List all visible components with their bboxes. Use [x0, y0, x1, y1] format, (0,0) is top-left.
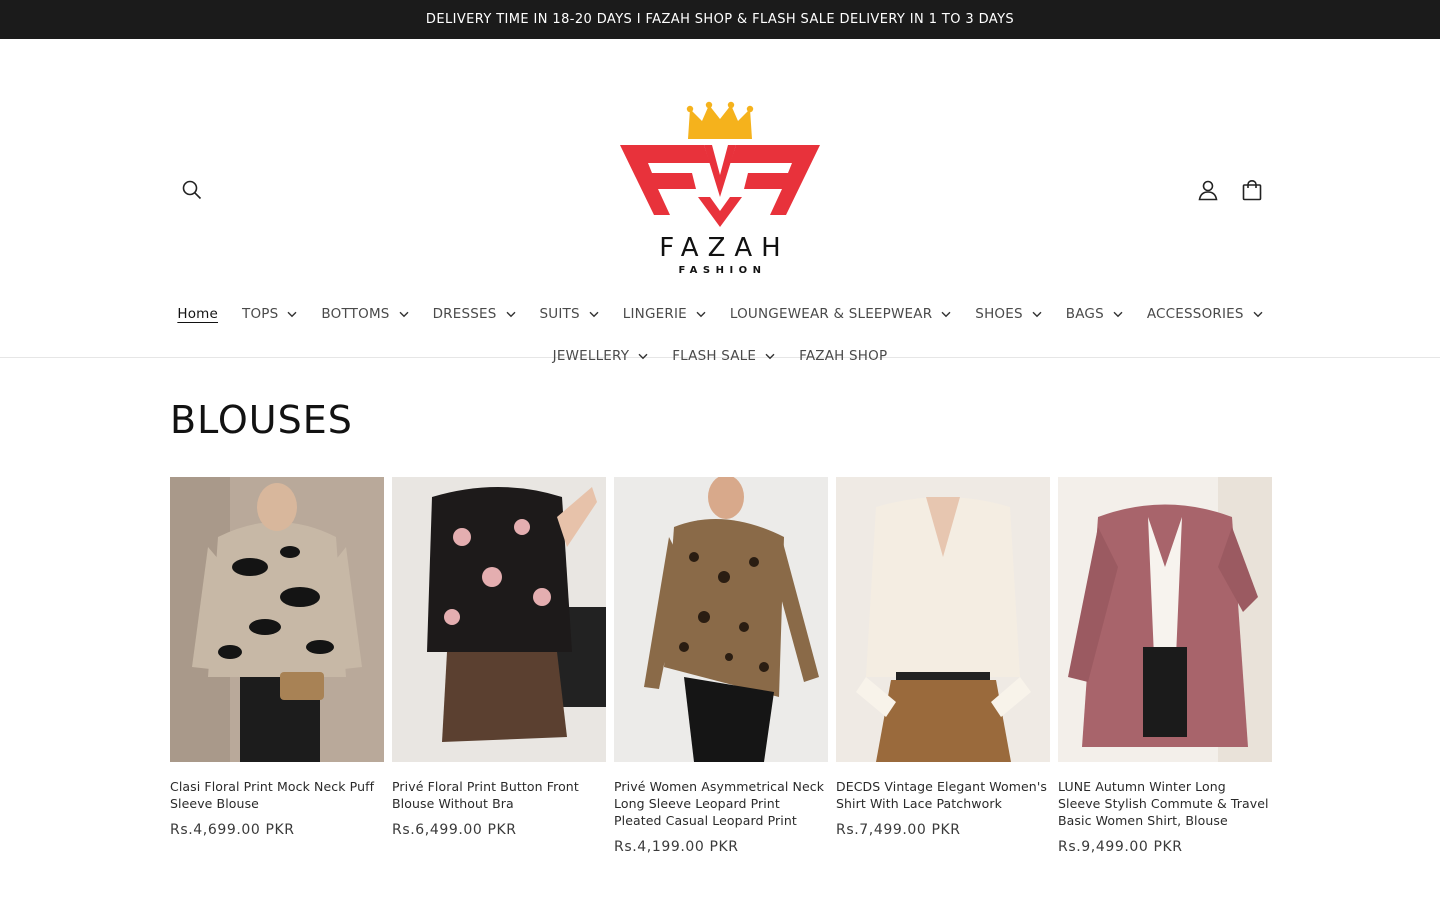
chevron-down-icon — [1253, 311, 1263, 318]
nav-item-label: FAZAH SHOP — [799, 348, 888, 364]
logo-emblem — [620, 101, 820, 227]
product-price: Rs.4,699.00 PKR — [170, 822, 295, 838]
nav-item-loungewear-and-sleepwear[interactable]: LOUNGEWEAR & SLEEPWEAR — [718, 302, 963, 326]
nav-item-flash-sale[interactable]: FLASH SALE — [660, 344, 787, 368]
announcement-text: DELIVERY TIME IN 18-20 DAYS I FAZAH SHOP… — [425, 12, 1015, 27]
nav-item-accessories[interactable]: ACCESSORIES — [1135, 302, 1275, 326]
product-image[interactable] — [170, 477, 384, 762]
product-card[interactable]: DECDS Vintage Elegant Women's Shirt With… — [836, 477, 1050, 855]
nav-item-label: ACCESSORIES — [1146, 306, 1244, 322]
product-image[interactable] — [1058, 477, 1272, 762]
product-image[interactable] — [836, 477, 1050, 762]
nav-item-label: TOPS — [242, 306, 279, 322]
product-card[interactable]: Privé Women Asymmetrical Neck Long Sleev… — [614, 477, 828, 855]
nav-item-label: LINGERIE — [622, 306, 687, 322]
main-nav-row-2: JEWELLERY FLASH SALE FAZAH SHOP — [0, 344, 1440, 368]
nav-item-bottoms[interactable]: BOTTOMS — [309, 302, 420, 326]
chevron-down-icon — [765, 353, 775, 360]
shopping-bag-icon[interactable] — [1237, 175, 1267, 205]
chevron-down-icon — [399, 311, 409, 318]
product-image[interactable] — [392, 477, 606, 762]
nav-item-label: SHOES — [975, 306, 1023, 322]
nav-item-label: SUITS — [539, 306, 580, 322]
chevron-down-icon — [696, 311, 706, 318]
site-header: FAZAH FASHION Home TOPS BOTTOMS DRESSES SUIT… — [0, 39, 1440, 364]
product-price: Rs.7,499.00 PKR — [836, 822, 961, 838]
nav-item-label: DRESSES — [432, 306, 497, 322]
fazah-fashion-logo[interactable]: FAZAH FASHION — [618, 101, 822, 279]
product-title[interactable]: DECDS Vintage Elegant Women's Shirt With… — [836, 778, 1050, 812]
nav-item-suits[interactable]: SUITS — [528, 302, 611, 326]
product-title[interactable]: LUNE Autumn Winter Long Sleeve Stylish C… — [1058, 778, 1272, 829]
logo-wordmark: FAZAH — [659, 233, 790, 263]
product-card[interactable]: LUNE Autumn Winter Long Sleeve Stylish C… — [1058, 477, 1272, 855]
nav-item-lingerie[interactable]: LINGERIE — [611, 302, 718, 326]
nav-item-label: Home — [177, 306, 219, 322]
nav-item-dresses[interactable]: DRESSES — [421, 302, 528, 326]
main-nav-row-1: Home TOPS BOTTOMS DRESSES SUITS LINGERIE LOUNG… — [0, 302, 1440, 326]
announcement-bar: DELIVERY TIME IN 18-20 DAYS I FAZAH SHOP… — [0, 0, 1440, 39]
nav-item-label: BAGS — [1065, 306, 1104, 322]
product-card[interactable]: Privé Floral Print Button Front Blouse W… — [392, 477, 606, 855]
nav-item-label: BOTTOMS — [321, 306, 390, 322]
collection-title: BLOUSES — [170, 398, 353, 442]
chevron-down-icon — [941, 311, 951, 318]
product-title[interactable]: Privé Floral Print Button Front Blouse W… — [392, 778, 606, 812]
product-price: Rs.4,199.00 PKR — [614, 839, 739, 855]
user-icon[interactable] — [1193, 175, 1223, 205]
nav-item-label: FLASH SALE — [672, 348, 757, 364]
nav-item-home[interactable]: Home — [165, 302, 230, 326]
chevron-down-icon — [287, 311, 297, 318]
nav-item-label: LOUNGEWEAR & SLEEPWEAR — [729, 306, 933, 322]
nav-item-shoes[interactable]: SHOES — [963, 302, 1053, 326]
chevron-down-icon — [1113, 311, 1123, 318]
product-price: Rs.9,499.00 PKR — [1058, 839, 1183, 855]
chevron-down-icon — [638, 353, 648, 360]
nav-item-fazah-shop[interactable]: FAZAH SHOP — [787, 344, 899, 368]
nav-item-bags[interactable]: BAGS — [1054, 302, 1135, 326]
chevron-down-icon — [1032, 311, 1042, 318]
nav-item-jewellery[interactable]: JEWELLERY — [541, 344, 661, 368]
product-price: Rs.6,499.00 PKR — [392, 822, 517, 838]
chevron-down-icon — [506, 311, 516, 318]
logo-tagline: FASHION — [678, 265, 767, 276]
nav-item-label: JEWELLERY — [552, 348, 630, 364]
nav-item-tops[interactable]: TOPS — [230, 302, 309, 326]
chevron-down-icon — [589, 311, 599, 318]
product-title[interactable]: Privé Women Asymmetrical Neck Long Sleev… — [614, 778, 828, 829]
search-icon[interactable] — [177, 175, 207, 205]
product-image[interactable] — [614, 477, 828, 762]
product-grid: Clasi Floral Print Mock Neck Puff Sleeve… — [170, 477, 1272, 855]
product-title[interactable]: Clasi Floral Print Mock Neck Puff Sleeve… — [170, 778, 384, 812]
product-card[interactable]: Clasi Floral Print Mock Neck Puff Sleeve… — [170, 477, 384, 855]
